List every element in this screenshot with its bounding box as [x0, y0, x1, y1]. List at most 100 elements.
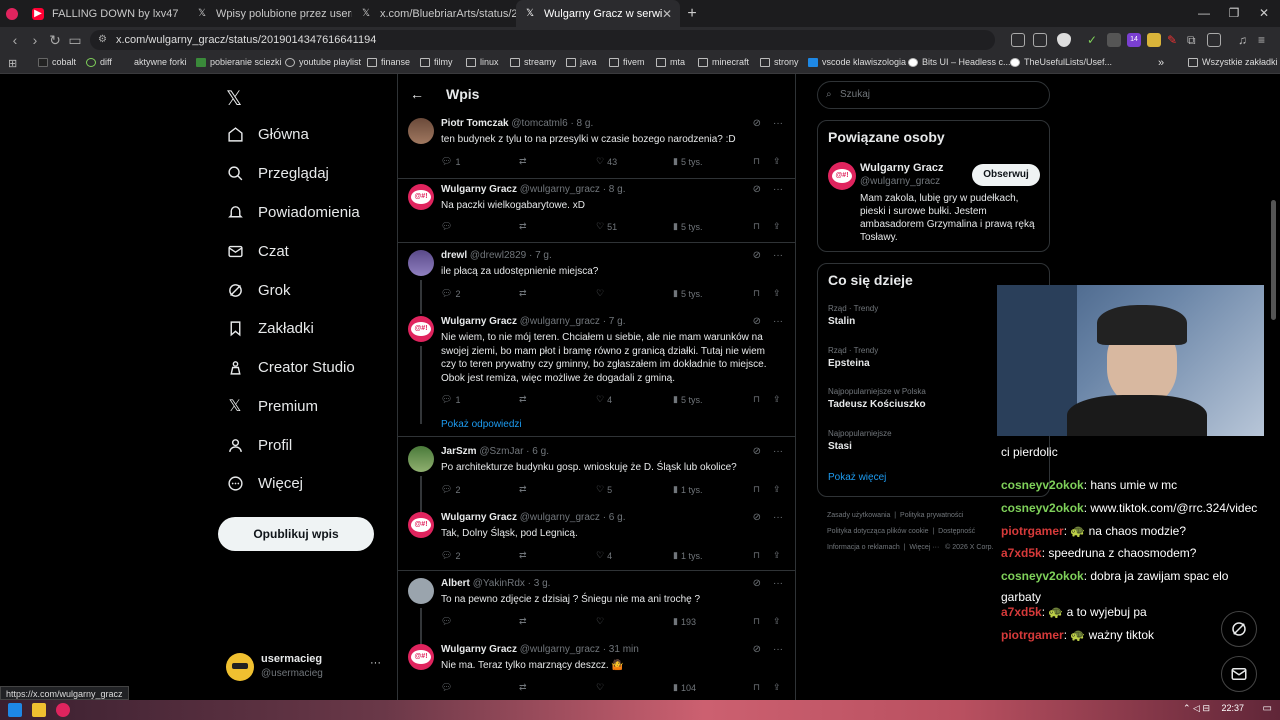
nav-notifications[interactable]: Powiadomienia [226, 197, 360, 227]
more-icon[interactable]: ··· [773, 446, 783, 457]
bookmark-button[interactable]: ⊓ [753, 616, 760, 627]
views-button[interactable]: ▮ 1 tys. [673, 484, 702, 495]
bookmark-folder[interactable]: java [566, 57, 597, 67]
back-icon[interactable]: ‹ [6, 31, 24, 49]
post-author[interactable]: Albert @YakinRdx · 3 g. [441, 578, 550, 589]
nav-home[interactable]: Główna [226, 119, 309, 149]
apps-icon[interactable]: ⊞ [8, 57, 17, 70]
extension-icon[interactable] [1107, 33, 1121, 47]
more-icon[interactable]: ··· [773, 316, 783, 327]
post-author[interactable]: Wulgarny Gracz @wulgarny_gracz · 8 g. [441, 184, 626, 195]
like-button[interactable]: ♡ 4 [596, 394, 612, 405]
trend-item[interactable]: Najpopularniejsze w Polska Tadeusz Kościu… [828, 387, 926, 410]
grok-icon[interactable]: ⊘ [753, 578, 761, 589]
clock[interactable]: 22:37 [1221, 703, 1244, 713]
like-button[interactable]: ♡ 5 [596, 484, 612, 495]
tab-youtube[interactable]: ▶ FALLING DOWN by lxv47 [24, 0, 188, 27]
more-icon[interactable]: ··· [773, 184, 783, 195]
publish-post-button[interactable]: Opublikuj wpis [218, 517, 374, 551]
repost-button[interactable]: ⇄ [519, 156, 527, 167]
more-icon[interactable]: ··· [773, 644, 783, 655]
tray-icons[interactable]: ⌃ ◁ ⊟ [1183, 703, 1210, 714]
bookmark-item[interactable]: youtube playlist [285, 57, 361, 67]
grok-icon[interactable]: ⊘ [753, 644, 761, 655]
media-icon[interactable]: ♫ [1238, 33, 1252, 47]
extension-badge-icon[interactable]: 14 [1127, 33, 1141, 47]
forward-icon[interactable]: › [26, 31, 44, 49]
views-button[interactable]: ▮ 193 [673, 616, 696, 627]
nav-bookmarks[interactable]: Zakładki [226, 313, 314, 343]
like-button[interactable]: ♡ 4 [596, 550, 612, 561]
reply-button[interactable]: 💬︎ 1 [441, 394, 460, 405]
bookmark-button[interactable]: ⊓ [753, 550, 760, 561]
reply-post[interactable]: @#! Wulgarny Gracz @wulgarny_gracz · 7 g… [398, 316, 795, 426]
nav-creator-studio[interactable]: Creator Studio [226, 352, 355, 382]
share-button[interactable]: ⇪ [773, 221, 781, 232]
footer-link[interactable]: Informacja o reklamach [827, 544, 900, 551]
bookmark-item[interactable]: TheUsefulLists/Usef... [1010, 57, 1112, 67]
shield-icon[interactable] [1057, 33, 1071, 47]
reply-post[interactable]: drewl @drewl2829 · 7 g. ⊘ ··· ile płacą z… [398, 250, 795, 316]
check-icon[interactable]: ✓ [1087, 33, 1101, 47]
bookmark-button[interactable]: ⊓ [753, 484, 760, 495]
bookmark-item[interactable]: Bits UI – Headless c... [908, 57, 1011, 67]
grok-icon[interactable]: ⊘ [753, 446, 761, 457]
avatar[interactable] [408, 446, 434, 472]
bookmark-folder[interactable]: minecraft [698, 57, 749, 67]
search-input[interactable]: ⌕ Szukaj [817, 81, 1050, 109]
reply-post[interactable]: Albert @YakinRdx · 3 g. ⊘ ··· To na pewno… [398, 578, 795, 644]
share-button[interactable]: ⇪ [773, 484, 781, 495]
avatar[interactable]: @#! [408, 184, 434, 210]
repost-button[interactable]: ⇄ [519, 550, 527, 561]
trend-item[interactable]: Rząd · Trendy Epsteina [828, 346, 878, 369]
all-bookmarks-folder[interactable]: Wszystkie zakładki [1188, 57, 1278, 67]
tab-wulgarny-gracz[interactable]: 𝕏 Wulgarny Gracz w serwisie X: „Ta ✕ [516, 0, 680, 27]
reply-button[interactable]: 💬︎ [441, 616, 452, 627]
nav-more[interactable]: Więcej [226, 468, 303, 498]
bookmark-button[interactable]: ⊓ [753, 221, 760, 232]
screen-cast-icon[interactable] [1011, 33, 1025, 47]
nav-premium[interactable]: 𝕏 Premium [226, 391, 318, 421]
x-logo-icon[interactable]: 𝕏 [226, 86, 242, 111]
reply-post[interactable]: @#! Wulgarny Gracz @wulgarny_gracz · 6 g… [398, 512, 795, 572]
post-author[interactable]: Wulgarny Gracz @wulgarny_gracz · 7 g. [441, 316, 626, 327]
notification-icon[interactable]: ▭ [1263, 703, 1272, 714]
file-explorer-icon[interactable] [32, 703, 46, 717]
restore-icon[interactable]: ❐ [1218, 0, 1250, 27]
avatar[interactable] [408, 250, 434, 276]
bookmark-button[interactable]: ⊓ [753, 682, 760, 693]
reply-button[interactable]: 💬︎ [441, 682, 452, 693]
extension-icon[interactable] [1147, 33, 1161, 47]
grok-icon[interactable]: ⊘ [753, 512, 761, 523]
post-author[interactable]: Piotr Tomczak @tomcatml6 · 8 g. [441, 118, 593, 129]
bookmark-button[interactable]: ⊓ [753, 288, 760, 299]
like-button[interactable]: ♡ [596, 288, 604, 299]
repost-button[interactable]: ⇄ [519, 288, 527, 299]
bookmark-folder[interactable]: finanse [367, 57, 410, 67]
trend-item[interactable]: Rząd · Trendy Stalin [828, 304, 878, 327]
bookmark-folder[interactable]: fivem [609, 57, 645, 67]
nav-explore[interactable]: Przeglądaj [226, 158, 329, 188]
footer-link[interactable]: Polityka prywatności [900, 512, 963, 519]
site-info-icon[interactable]: ⚙ [98, 30, 107, 50]
puzzle-icon[interactable]: ⧉ [1187, 33, 1201, 47]
views-button[interactable]: ▮ 104 [673, 682, 696, 693]
repost-button[interactable]: ⇄ [519, 682, 527, 693]
post-author[interactable]: JarSzm @SzmJar · 6 g. [441, 446, 549, 457]
bookmark-button[interactable]: ⊓ [753, 156, 760, 167]
messages-floating-button[interactable] [1221, 656, 1257, 692]
reply-post[interactable]: @#! Wulgarny Gracz @wulgarny_gracz · 31 … [398, 644, 795, 700]
views-button[interactable]: ▮ 1 tys. [673, 550, 702, 561]
bookmark-folder[interactable]: streamy [510, 57, 556, 67]
grok-icon[interactable]: ⊘ [753, 184, 761, 195]
reply-button[interactable]: 💬︎ 2 [441, 484, 460, 495]
more-icon[interactable]: ··· [773, 118, 783, 129]
nav-grok[interactable]: Grok [226, 275, 291, 305]
related-name[interactable]: Wulgarny Gracz [860, 162, 944, 174]
browser-taskbar-icon[interactable] [56, 703, 70, 717]
grok-floating-button[interactable] [1221, 611, 1257, 647]
share-button[interactable]: ⇪ [773, 682, 781, 693]
minimize-icon[interactable]: — [1188, 0, 1220, 27]
avatar[interactable]: @#! [408, 644, 434, 670]
post-author[interactable]: drewl @drewl2829 · 7 g. [441, 250, 552, 261]
